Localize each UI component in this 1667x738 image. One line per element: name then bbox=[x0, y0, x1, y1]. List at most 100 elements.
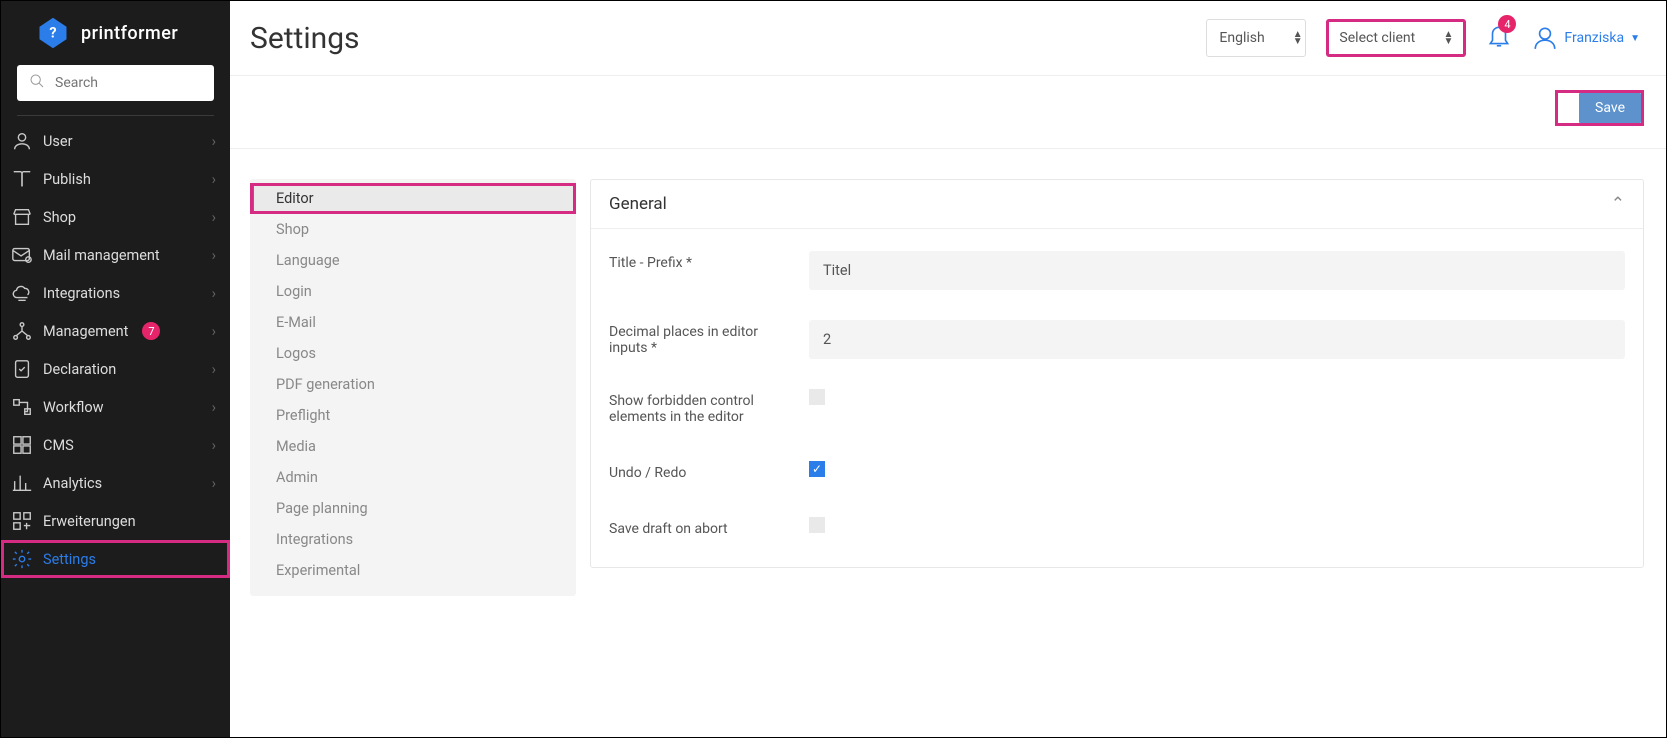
sidebar-item-management[interactable]: Management 7 › bbox=[1, 312, 230, 350]
sidebar-item-label: Shop bbox=[43, 209, 76, 226]
client-select[interactable]: Select client ▲▼ bbox=[1326, 19, 1466, 57]
sidebar-item-label: Workflow bbox=[43, 399, 104, 416]
language-select-value: English bbox=[1219, 30, 1264, 46]
search-icon bbox=[29, 73, 45, 93]
document-check-icon bbox=[11, 358, 33, 380]
subnav-item-shop[interactable]: Shop bbox=[250, 214, 576, 245]
cloud-icon bbox=[11, 282, 33, 304]
sidebar-item-publish[interactable]: Publish › bbox=[1, 160, 230, 198]
svg-text:?: ? bbox=[49, 25, 56, 42]
badge: 7 bbox=[142, 322, 160, 340]
sidebar-item-label: Management bbox=[43, 323, 128, 340]
user-icon bbox=[11, 130, 33, 152]
sidebar-item-label: Erweiterungen bbox=[43, 513, 136, 530]
subnav-item-pageplanning[interactable]: Page planning bbox=[250, 493, 576, 524]
subnav-item-integrations[interactable]: Integrations bbox=[250, 524, 576, 555]
subnav-item-email[interactable]: E-Mail bbox=[250, 307, 576, 338]
brand-logo[interactable]: ? printformer bbox=[1, 15, 230, 65]
chevron-right-icon: › bbox=[212, 361, 216, 378]
sidebar-item-label: CMS bbox=[43, 437, 74, 454]
chevron-right-icon: › bbox=[212, 323, 216, 340]
chevron-right-icon: › bbox=[212, 171, 216, 188]
language-select[interactable]: English ▲▼ bbox=[1206, 19, 1306, 57]
settings-subnav: Editor Shop Language Login E-Mail Logos … bbox=[250, 179, 576, 596]
general-panel: General ⌃ Title - Prefix * Decimal place… bbox=[590, 179, 1644, 568]
chevron-right-icon: › bbox=[212, 247, 216, 264]
caret-down-icon: ▼ bbox=[1630, 33, 1640, 44]
sidebar-item-label: Publish bbox=[43, 171, 91, 188]
chevron-right-icon: › bbox=[212, 437, 216, 454]
forbidden-controls-checkbox[interactable] bbox=[809, 389, 825, 405]
user-menu[interactable]: Franziska ▼ bbox=[1532, 23, 1640, 53]
notification-badge: 4 bbox=[1498, 15, 1516, 33]
sidebar-item-label: User bbox=[43, 133, 73, 150]
chevron-right-icon: › bbox=[212, 209, 216, 226]
save-draft-label: Save draft on abort bbox=[609, 517, 789, 537]
username: Franziska bbox=[1564, 30, 1624, 46]
title-prefix-label: Title - Prefix * bbox=[609, 251, 789, 271]
decimal-places-label: Decimal places in editor inputs * bbox=[609, 320, 789, 356]
sidebar-item-settings[interactable]: Settings bbox=[1, 540, 230, 578]
sidebar-nav: User › Publish › Shop › bbox=[1, 122, 230, 578]
sidebar-item-label: Settings bbox=[43, 551, 96, 568]
layout-icon bbox=[11, 434, 33, 456]
logo-icon: ? bbox=[35, 15, 71, 51]
subnav-item-language[interactable]: Language bbox=[250, 245, 576, 276]
workflow-icon bbox=[11, 396, 33, 418]
sidebar-item-label: Declaration bbox=[43, 361, 116, 378]
store-icon bbox=[11, 206, 33, 228]
title-prefix-input[interactable] bbox=[809, 251, 1625, 290]
decimal-places-input[interactable] bbox=[809, 320, 1625, 359]
sidebar-item-declaration[interactable]: Declaration › bbox=[1, 350, 230, 388]
action-bar: Save bbox=[230, 76, 1666, 149]
undo-redo-label: Undo / Redo bbox=[609, 461, 789, 481]
subnav-item-login[interactable]: Login bbox=[250, 276, 576, 307]
search-box[interactable] bbox=[17, 65, 214, 101]
sidebar-item-shop[interactable]: Shop › bbox=[1, 198, 230, 236]
sidebar-item-integrations[interactable]: Integrations › bbox=[1, 274, 230, 312]
subnav-item-admin[interactable]: Admin bbox=[250, 462, 576, 493]
undo-redo-checkbox[interactable]: ✓ bbox=[809, 461, 825, 477]
subnav-item-editor[interactable]: Editor bbox=[250, 183, 576, 214]
check-icon: ✓ bbox=[812, 463, 822, 475]
chevron-right-icon: › bbox=[212, 285, 216, 302]
avatar-icon bbox=[1532, 23, 1558, 53]
subnav-item-media[interactable]: Media bbox=[250, 431, 576, 462]
save-draft-checkbox[interactable] bbox=[809, 517, 825, 533]
notifications-button[interactable]: 4 bbox=[1486, 21, 1512, 55]
sidebar-item-workflow[interactable]: Workflow › bbox=[1, 388, 230, 426]
select-arrows-icon: ▲▼ bbox=[1293, 31, 1303, 45]
hierarchy-icon bbox=[11, 320, 33, 342]
panel-header[interactable]: General ⌃ bbox=[591, 180, 1643, 229]
subnav-item-logos[interactable]: Logos bbox=[250, 338, 576, 369]
gear-icon bbox=[11, 548, 33, 570]
grid-plus-icon bbox=[11, 510, 33, 532]
brand-name: printformer bbox=[81, 23, 178, 44]
sidebar-item-label: Integrations bbox=[43, 285, 120, 302]
save-button[interactable]: Save bbox=[1579, 93, 1641, 123]
sidebar-item-mail[interactable]: Mail management › bbox=[1, 236, 230, 274]
sidebar: ? printformer User › bbox=[1, 1, 230, 737]
sidebar-item-cms[interactable]: CMS › bbox=[1, 426, 230, 464]
sidebar-item-label: Analytics bbox=[43, 475, 102, 492]
mail-gear-icon bbox=[11, 244, 33, 266]
sidebar-item-extensions[interactable]: Erweiterungen bbox=[1, 502, 230, 540]
chevron-right-icon: › bbox=[212, 133, 216, 150]
page-title: Settings bbox=[250, 21, 360, 56]
chevron-right-icon: › bbox=[212, 475, 216, 492]
sidebar-item-label: Mail management bbox=[43, 247, 160, 264]
sidebar-item-user[interactable]: User › bbox=[1, 122, 230, 160]
subnav-item-preflight[interactable]: Preflight bbox=[250, 400, 576, 431]
subnav-item-pdf[interactable]: PDF generation bbox=[250, 369, 576, 400]
panel-title: General bbox=[609, 194, 667, 214]
chart-icon bbox=[11, 472, 33, 494]
forbidden-controls-label: Show forbidden control elements in the e… bbox=[609, 389, 789, 425]
client-select-value: Select client bbox=[1339, 30, 1415, 46]
select-arrows-icon: ▲▼ bbox=[1444, 31, 1454, 45]
topbar: Settings English ▲▼ Select client ▲▼ 4 F… bbox=[230, 1, 1666, 76]
main: Settings English ▲▼ Select client ▲▼ 4 F… bbox=[230, 1, 1666, 737]
search-input[interactable] bbox=[55, 75, 202, 91]
sidebar-item-analytics[interactable]: Analytics › bbox=[1, 464, 230, 502]
divider bbox=[17, 115, 214, 116]
subnav-item-experimental[interactable]: Experimental bbox=[250, 555, 576, 586]
